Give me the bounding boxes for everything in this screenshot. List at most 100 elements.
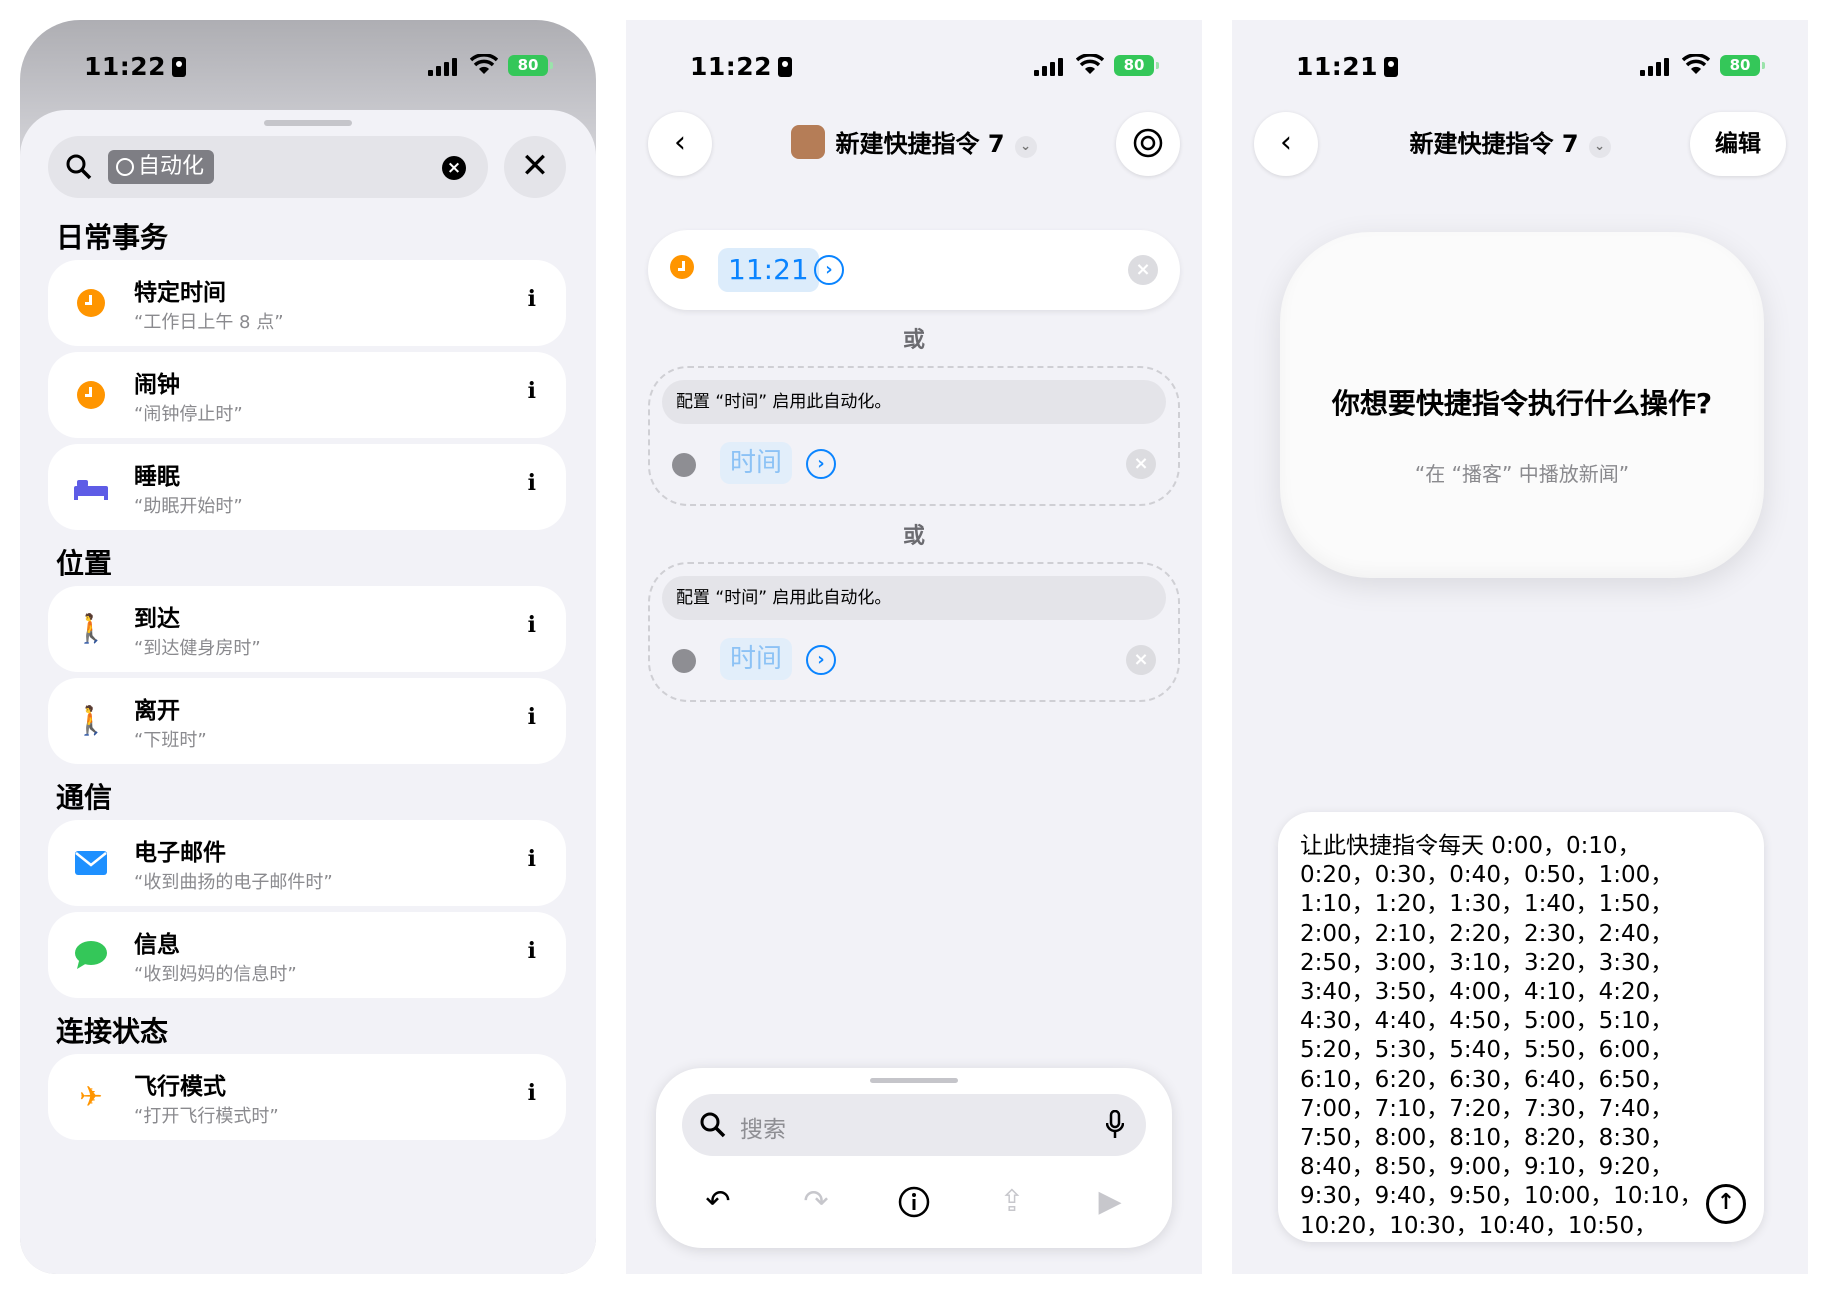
list-item-email[interactable]: 电子邮件 “收到曲扬的电子邮件时” i xyxy=(48,820,566,906)
signal-icon xyxy=(428,58,458,76)
clear-search-button[interactable]: × xyxy=(442,156,466,180)
status-time: 11:21 xyxy=(1296,52,1399,81)
empty-trigger-box: 配置 “时间” 启用此自动化。 时间 › × xyxy=(648,562,1180,702)
info-circle-icon[interactable] xyxy=(892,1180,936,1224)
prompt-question: 你想要快捷指令执行什么操作? xyxy=(1331,387,1713,420)
arrow-circle-icon[interactable]: › xyxy=(814,255,844,285)
sheet-grabber[interactable] xyxy=(264,120,352,126)
search-token[interactable]: 自动化 xyxy=(108,150,215,184)
list-item-alarm[interactable]: 闹钟 “闹钟停止时” i xyxy=(48,352,566,438)
search-field[interactable]: 自动化 × xyxy=(48,136,488,198)
list-item-sleep[interactable]: 睡眠 “助眠开始时” i xyxy=(48,444,566,530)
search-icon xyxy=(66,154,92,180)
item-title: 离开 xyxy=(134,698,180,724)
arrow-circle-icon[interactable]: › xyxy=(806,645,836,675)
remove-button[interactable]: × xyxy=(1126,645,1156,675)
or-label: 或 xyxy=(902,524,925,549)
item-subtitle: “闹钟停止时” xyxy=(134,404,243,425)
prompt-bubble: 你想要快捷指令执行什么操作? “在 “播客” 中播放新闻” xyxy=(1280,232,1764,578)
status-bar: 11:22 80 xyxy=(20,52,596,96)
empty-trigger-box: 配置 “时间” 启用此自动化。 时间 › × xyxy=(648,366,1180,506)
send-arrow-icon[interactable]: ↑ xyxy=(1706,1184,1746,1224)
prompt-example: “在 “播客” 中播放新闻” xyxy=(1414,462,1630,486)
action-search-sheet: 搜索 ↶ ↷ ⇪ ▶ xyxy=(656,1068,1172,1248)
item-subtitle: “到达健身房时” xyxy=(134,638,261,659)
list-item-message[interactable]: 信息 “收到妈妈的信息时” i xyxy=(48,912,566,998)
item-title: 信息 xyxy=(134,932,180,958)
id-card-icon xyxy=(172,57,187,77)
battery-icon: 80 xyxy=(1114,55,1159,76)
arrow-circle-icon[interactable]: › xyxy=(806,449,836,479)
info-icon[interactable]: i xyxy=(528,286,536,312)
info-icon[interactable]: i xyxy=(528,612,536,638)
sheet-grabber[interactable] xyxy=(870,1078,958,1083)
search-icon xyxy=(700,1112,726,1138)
clock-icon xyxy=(672,453,696,477)
section-title: 连接状态 xyxy=(56,1015,169,1048)
status-bar: 11:22 80 xyxy=(626,52,1202,96)
time-placeholder[interactable]: 时间 xyxy=(720,638,793,680)
microphone-icon[interactable] xyxy=(1106,1110,1124,1140)
list-item-specific-time[interactable]: 特定时间 “工作日上午 8 点” i xyxy=(48,260,566,346)
item-subtitle: “助眠开始时” xyxy=(134,496,243,517)
info-icon[interactable]: i xyxy=(528,1080,536,1106)
remove-button[interactable]: × xyxy=(1126,449,1156,479)
or-label: 或 xyxy=(902,328,925,353)
signal-icon xyxy=(1034,58,1064,76)
config-hint: 配置 “时间” 启用此自动化。 xyxy=(662,576,1166,620)
item-title: 睡眠 xyxy=(134,464,180,490)
leave-icon: 🚶 xyxy=(73,704,109,737)
mail-icon xyxy=(70,842,112,884)
shortcut-app-icon xyxy=(791,125,826,159)
redo-icon[interactable]: ↷ xyxy=(794,1180,838,1224)
time-trigger-row: 11:21 › × xyxy=(648,230,1180,310)
undo-icon[interactable]: ↶ xyxy=(696,1180,740,1224)
share-icon[interactable]: ⇪ xyxy=(990,1180,1034,1224)
bed-icon xyxy=(70,466,112,508)
time-trigger-screen: 11:22 80 ‹ 新建快捷指令 7 ⌄ 11:21 › × 或 配置 “时间”… xyxy=(626,20,1202,1274)
action-search-field[interactable]: 搜索 xyxy=(682,1094,1146,1156)
battery-icon: 80 xyxy=(508,55,553,76)
wifi-icon xyxy=(1076,54,1104,74)
close-button[interactable]: ✕ xyxy=(504,136,566,198)
time-placeholder[interactable]: 时间 xyxy=(720,442,793,484)
info-icon[interactable]: i xyxy=(528,704,536,730)
clock-icon xyxy=(670,255,694,283)
list-item-leave[interactable]: 🚶 离开 “下班时” i xyxy=(48,678,566,764)
prompt-input-text[interactable]: 让此快捷指令每天 0:00，0:10， 0:20，0:30，0:40，0:50，… xyxy=(1300,832,1703,1241)
item-title: 飞行模式 xyxy=(134,1074,226,1100)
item-subtitle: “打开飞行模式时” xyxy=(134,1106,279,1127)
info-icon[interactable]: i xyxy=(528,846,536,872)
id-card-icon xyxy=(778,57,793,77)
prompt-input[interactable]: 让此快捷指令每天 0:00，0:10， 0:20，0:30，0:40，0:50，… xyxy=(1278,812,1764,1242)
chevron-down-icon: ⌄ xyxy=(1588,136,1611,158)
edit-button[interactable]: 编辑 xyxy=(1690,112,1786,176)
list-item-airplane-mode[interactable]: ✈ 飞行模式 “打开飞行模式时” i xyxy=(48,1054,566,1140)
alarm-icon xyxy=(70,374,112,416)
item-subtitle: “收到妈妈的信息时” xyxy=(134,964,297,985)
airplane-icon: ✈ xyxy=(79,1080,103,1113)
battery-icon: 80 xyxy=(1720,55,1765,76)
automation-picker-screen: 11:22 80 自动化 × ✕ 日常事务 特定时间 “工作日上午 8 点” i… xyxy=(20,20,596,1274)
play-icon[interactable]: ▶ xyxy=(1088,1180,1132,1224)
info-icon[interactable]: i xyxy=(528,470,536,496)
config-hint: 配置 “时间” 启用此自动化。 xyxy=(662,380,1166,424)
section-title: 位置 xyxy=(56,547,113,580)
remove-button[interactable]: × xyxy=(1128,255,1158,285)
time-value[interactable]: 11:21 xyxy=(718,248,819,292)
info-icon[interactable]: i xyxy=(528,378,536,404)
item-title: 特定时间 xyxy=(134,280,226,306)
list-item-arrive[interactable]: 🚶 到达 “到达健身房时” i xyxy=(48,586,566,672)
search-sheet: 自动化 × ✕ 日常事务 特定时间 “工作日上午 8 点” i 闹钟 “闹钟停止… xyxy=(20,110,596,1274)
item-subtitle: “工作日上午 8 点” xyxy=(134,312,284,333)
item-subtitle: “下班时” xyxy=(134,730,207,751)
apple-intelligence-button[interactable] xyxy=(1116,112,1180,176)
info-icon[interactable]: i xyxy=(528,938,536,964)
clock-icon xyxy=(672,649,696,673)
message-icon xyxy=(70,934,112,976)
section-title: 日常事务 xyxy=(56,221,169,254)
section-title: 通信 xyxy=(56,781,113,814)
wifi-icon xyxy=(1682,54,1710,74)
item-title: 电子邮件 xyxy=(134,840,226,866)
wifi-icon xyxy=(470,54,498,74)
